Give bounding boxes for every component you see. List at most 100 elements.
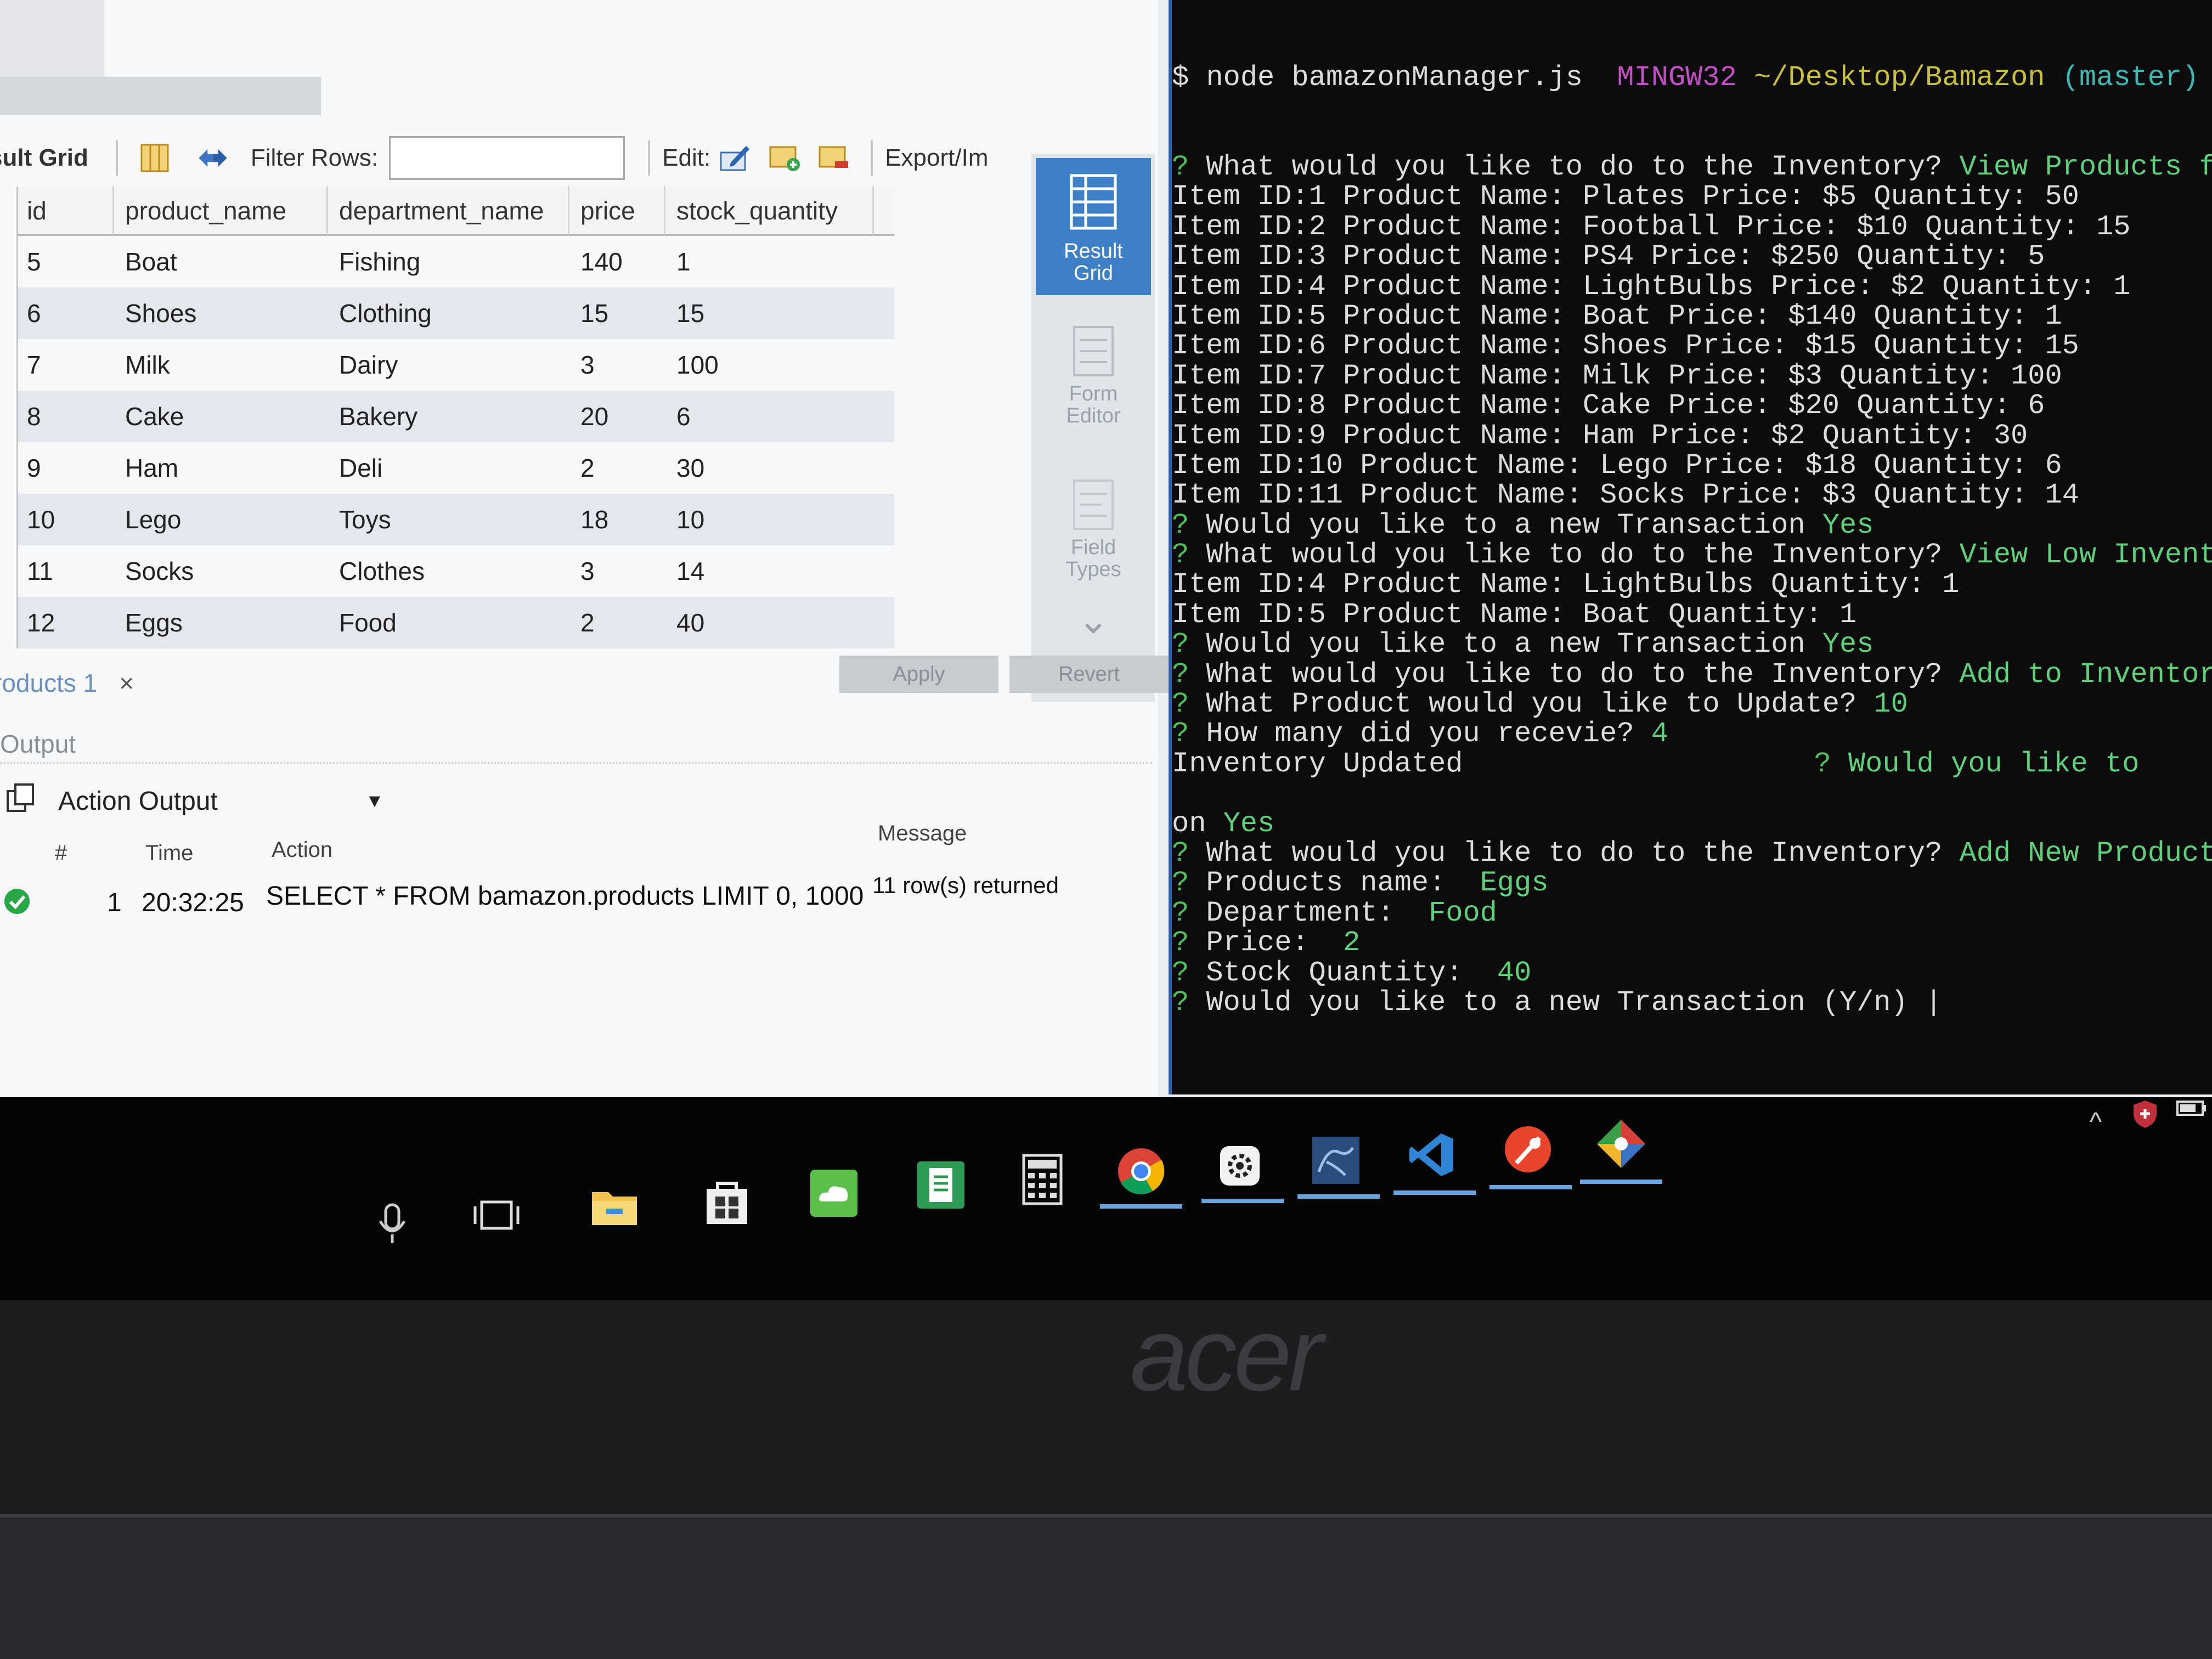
- result-grid-tab[interactable]: Result Grid: [1036, 158, 1151, 295]
- cell-department-name[interactable]: Clothes: [328, 556, 569, 586]
- table-row[interactable]: 11 Socks Clothes 3 14: [18, 545, 894, 597]
- dropdown-arrow-icon[interactable]: ▼: [365, 791, 384, 812]
- calculator-icon[interactable]: [1015, 1152, 1070, 1207]
- scrollbar-horizontal[interactable]: [0, 77, 321, 115]
- table-row[interactable]: 9 Ham Deli 2 30: [18, 442, 894, 494]
- cell-id[interactable]: 8: [18, 402, 114, 431]
- prompt-marker: ?: [1172, 986, 1206, 1019]
- chevron-down-icon[interactable]: ⌄: [1036, 601, 1151, 653]
- cell-product-name[interactable]: Cake: [114, 402, 328, 431]
- running-indicator: [1393, 1190, 1476, 1195]
- notes-app-icon[interactable]: [913, 1158, 968, 1212]
- cell-price[interactable]: 18: [569, 505, 665, 534]
- running-indicator: [1489, 1185, 1572, 1189]
- cell-id[interactable]: 5: [18, 247, 114, 276]
- git-bash-terminal[interactable]: $ node bamazonManager.js MINGW32 ~/Deskt…: [1169, 0, 2212, 1094]
- cell-stock-quantity[interactable]: 6: [665, 402, 874, 431]
- cell-id[interactable]: 12: [18, 608, 114, 637]
- copy-icon[interactable]: [5, 782, 36, 820]
- cell-price[interactable]: 20: [569, 402, 665, 431]
- cell-department-name[interactable]: Bakery: [328, 402, 569, 431]
- refresh-icon[interactable]: [196, 142, 230, 174]
- cell-stock-quantity[interactable]: 1: [665, 247, 874, 276]
- column-header-product-name[interactable]: product_name: [114, 185, 328, 235]
- cell-stock-quantity[interactable]: 100: [665, 350, 874, 380]
- cell-product-name[interactable]: Boat: [114, 247, 328, 276]
- form-editor-tab-label: Form Editor: [1066, 382, 1121, 427]
- battery-icon[interactable]: [2164, 1081, 2212, 1136]
- filter-rows-input[interactable]: [389, 136, 625, 180]
- edit-row-icon[interactable]: [718, 142, 752, 174]
- paint-app-icon[interactable]: [1500, 1122, 1555, 1177]
- apply-button[interactable]: Apply: [839, 656, 998, 693]
- revert-button[interactable]: Revert: [1009, 656, 1169, 693]
- cell-id[interactable]: 9: [18, 453, 114, 483]
- file-explorer-icon[interactable]: [587, 1180, 642, 1234]
- column-header-stock-quantity[interactable]: stock_quantity: [665, 185, 874, 235]
- cell-price[interactable]: 15: [569, 298, 665, 328]
- cell-id[interactable]: 11: [18, 556, 114, 586]
- cell-department-name[interactable]: Dairy: [328, 350, 569, 380]
- export-import-label[interactable]: Export/Im: [885, 144, 988, 172]
- cell-price[interactable]: 2: [569, 453, 665, 483]
- cloud-app-icon[interactable]: [806, 1166, 861, 1221]
- prompt-marker: ?: [1172, 688, 1206, 721]
- column-header-number: #: [55, 841, 67, 865]
- cell-product-name[interactable]: Ham: [114, 453, 328, 483]
- cell-product-name[interactable]: Shoes: [114, 298, 328, 328]
- mysql-workbench-icon[interactable]: [1308, 1133, 1363, 1188]
- close-icon[interactable]: ×: [119, 668, 134, 698]
- microphone-icon[interactable]: [365, 1196, 420, 1251]
- delete-row-icon[interactable]: [817, 142, 851, 174]
- cell-department-name[interactable]: Fishing: [328, 247, 569, 276]
- cell-stock-quantity[interactable]: 15: [665, 298, 874, 328]
- column-header-price[interactable]: price: [569, 185, 665, 235]
- tab-products-1[interactable]: roducts 1: [0, 668, 97, 698]
- form-editor-tab[interactable]: Form Editor: [1036, 318, 1151, 439]
- table-row[interactable]: 5 Boat Fishing 140 1: [18, 236, 894, 287]
- add-row-icon[interactable]: [768, 142, 802, 174]
- store-icon[interactable]: [699, 1174, 754, 1229]
- settings-app-icon[interactable]: [1212, 1138, 1267, 1193]
- field-types-tab[interactable]: Field Types: [1036, 472, 1151, 592]
- grid-view-icon[interactable]: [138, 142, 172, 174]
- cell-product-name[interactable]: Lego: [114, 505, 328, 534]
- terminal-host: MINGW32: [1617, 61, 1737, 94]
- table-row[interactable]: 7 Milk Dairy 3 100: [18, 339, 894, 391]
- table-header-row: id product_name department_name price st…: [18, 185, 894, 236]
- cell-stock-quantity[interactable]: 10: [665, 505, 874, 534]
- cell-department-name[interactable]: Clothing: [328, 298, 569, 328]
- chevron-up-icon[interactable]: ^: [2068, 1094, 2123, 1149]
- cell-price[interactable]: 140: [569, 247, 665, 276]
- column-header-department-name[interactable]: department_name: [328, 185, 569, 235]
- cell-price[interactable]: 2: [569, 608, 665, 637]
- cell-product-name[interactable]: Socks: [114, 556, 328, 586]
- table-row[interactable]: 6 Shoes Clothing 15 15: [18, 287, 894, 339]
- terminal-answer: Add New Product: [1959, 837, 2212, 870]
- vscode-icon[interactable]: [1404, 1127, 1459, 1182]
- cell-id[interactable]: 6: [18, 298, 114, 328]
- git-icon[interactable]: [1594, 1116, 1649, 1171]
- column-header-id[interactable]: id: [18, 185, 114, 235]
- table-row[interactable]: 12 Eggs Food 2 40: [18, 597, 894, 648]
- terminal-text: What would you like to do to the Invento…: [1206, 658, 1960, 691]
- cell-product-name[interactable]: Milk: [114, 350, 328, 380]
- output-type-select[interactable]: Action Output: [58, 786, 365, 816]
- cell-stock-quantity[interactable]: 30: [665, 453, 874, 483]
- cell-department-name[interactable]: Toys: [328, 505, 569, 534]
- output-row[interactable]: 1 20:32:25 SELECT * FROM bamazon.product…: [0, 872, 1152, 927]
- cell-department-name[interactable]: Deli: [328, 453, 569, 483]
- cell-price[interactable]: 3: [569, 350, 665, 380]
- cell-department-name[interactable]: Food: [328, 608, 569, 637]
- table-row[interactable]: 10 Lego Toys 18 10: [18, 494, 894, 545]
- cell-id[interactable]: 7: [18, 350, 114, 380]
- cell-product-name[interactable]: Eggs: [114, 608, 328, 637]
- cell-id[interactable]: 10: [18, 505, 114, 534]
- chrome-icon[interactable]: [1114, 1144, 1169, 1199]
- task-view-icon[interactable]: [469, 1188, 524, 1243]
- cell-stock-quantity[interactable]: 14: [665, 556, 874, 586]
- table-row[interactable]: 8 Cake Bakery 20 6: [18, 391, 894, 442]
- cell-stock-quantity[interactable]: 40: [665, 608, 874, 637]
- cell-price[interactable]: 3: [569, 556, 665, 586]
- field-types-icon: [1073, 479, 1114, 530]
